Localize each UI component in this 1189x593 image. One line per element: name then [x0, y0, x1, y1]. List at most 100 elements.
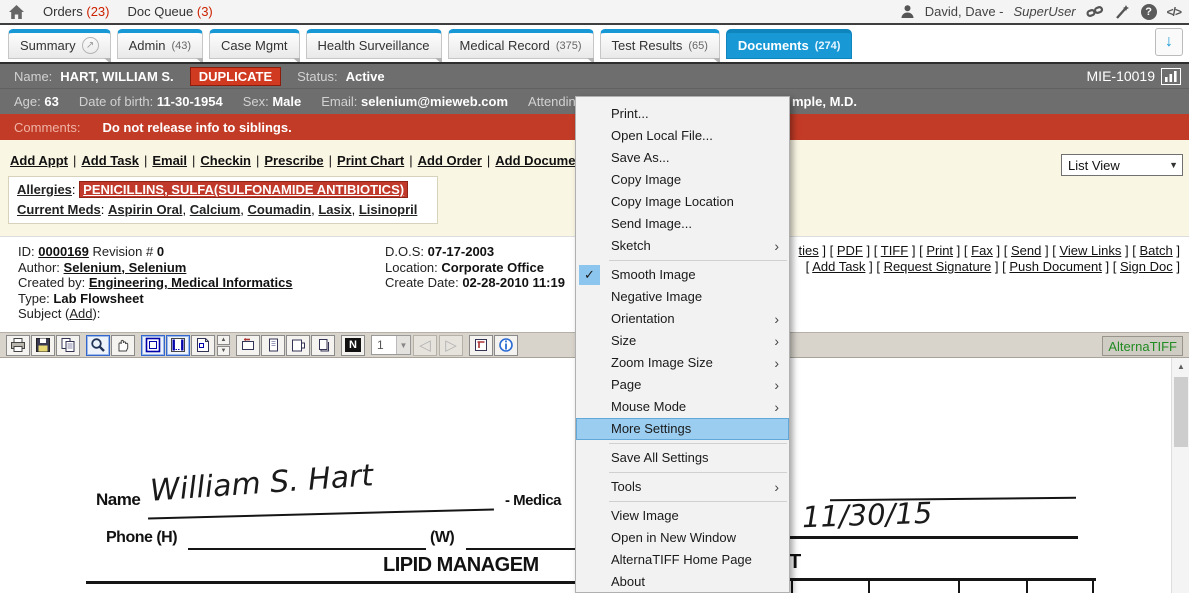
orders-link[interactable]: Orders (23) — [43, 4, 109, 19]
print-button[interactable] — [6, 335, 30, 356]
fax-link[interactable]: Fax — [971, 243, 993, 258]
menu-item-copy-image[interactable]: Copy Image — [576, 169, 789, 191]
menu-item-smooth-image[interactable]: ✓Smooth Image — [576, 264, 789, 286]
fit-page-button[interactable] — [141, 335, 165, 356]
help-icon[interactable]: ? — [1141, 4, 1157, 20]
alternatiff-brand[interactable]: AlternaTIFF — [1102, 336, 1183, 356]
top-bar-right: David, Dave - SuperUser ? </> — [900, 0, 1181, 23]
multi-page-button[interactable] — [311, 335, 335, 356]
zoom-button[interactable] — [86, 335, 110, 356]
tab-admin[interactable]: Admin(43) — [117, 29, 203, 59]
properties-link[interactable]: ties — [799, 243, 819, 258]
prev-page-button[interactable]: ◁ — [413, 335, 437, 356]
page-number-select[interactable]: 1 ▼ — [371, 335, 411, 355]
sign-doc-link[interactable]: Sign Doc — [1120, 259, 1173, 274]
list-view-select[interactable]: List View ▼ — [1061, 154, 1183, 176]
tiff-link[interactable]: TIFF — [881, 243, 908, 258]
menu-item-open-in-new-window[interactable]: Open in New Window — [576, 527, 789, 549]
spin-down-button[interactable]: ▼ — [217, 346, 230, 356]
subject-add-link[interactable]: Add — [69, 306, 92, 321]
checkin-link[interactable]: Checkin — [200, 153, 251, 168]
menu-item-tools[interactable]: Tools› — [576, 476, 789, 498]
doc-id-link[interactable]: 0000169 — [38, 244, 89, 259]
negative-image-button[interactable]: N — [341, 335, 365, 356]
menu-item-size[interactable]: Size› — [576, 330, 789, 352]
scroll-up-button[interactable]: ▲ — [1172, 358, 1189, 375]
tab-medical-record[interactable]: Medical Record(375) — [448, 29, 594, 59]
menu-item-save-as[interactable]: Save As... — [576, 147, 789, 169]
wand-icon[interactable] — [1114, 4, 1131, 20]
med-link[interactable]: Aspirin Oral — [108, 202, 182, 217]
send-link[interactable]: Send — [1011, 243, 1041, 258]
allergies-label[interactable]: Allergies — [17, 182, 72, 197]
link-icon[interactable] — [1086, 4, 1104, 20]
menu-item-about[interactable]: About — [576, 571, 789, 593]
view-links-link[interactable]: View Links — [1059, 243, 1121, 258]
med-link[interactable]: Lasix — [318, 202, 351, 217]
push-document-link[interactable]: Push Document — [1009, 259, 1102, 274]
annotations-button[interactable] — [469, 335, 493, 356]
collapse-tabs-button[interactable]: ↓ — [1155, 28, 1183, 56]
pdf-link[interactable]: PDF — [837, 243, 863, 258]
print-chart-link[interactable]: Print Chart — [337, 153, 404, 168]
add-task-link[interactable]: Add Task — [81, 153, 139, 168]
code-icon[interactable]: </> — [1167, 5, 1181, 19]
menu-item-more-settings[interactable]: More Settings — [576, 418, 789, 440]
doc-author-link[interactable]: Selenium, Selenium — [64, 260, 187, 275]
actual-size-button[interactable] — [191, 335, 215, 356]
add-appt-link[interactable]: Add Appt — [10, 153, 68, 168]
viewer-scrollbar[interactable]: ▲ — [1171, 358, 1189, 593]
menu-item-print[interactable]: Print... — [576, 103, 789, 125]
tab-summary[interactable]: Summary ↗ — [8, 29, 111, 59]
orientation-portrait-button[interactable] — [261, 335, 285, 356]
duplicate-badge[interactable]: DUPLICATE — [190, 67, 281, 86]
scan-heading-right: T — [789, 551, 801, 574]
copy-button[interactable] — [56, 335, 80, 356]
chart-icon[interactable] — [1161, 68, 1181, 88]
menu-item-alternatiff-home-page[interactable]: AlternaTIFF Home Page — [576, 549, 789, 571]
rotate-right-button[interactable] — [286, 335, 310, 356]
save-button[interactable] — [31, 335, 55, 356]
prescribe-link[interactable]: Prescribe — [264, 153, 323, 168]
menu-item-sketch[interactable]: Sketch› — [576, 235, 789, 257]
rotate-left-button[interactable] — [236, 335, 260, 356]
menu-item-mouse-mode[interactable]: Mouse Mode› — [576, 396, 789, 418]
med-link[interactable]: Lisinopril — [359, 202, 418, 217]
print-link[interactable]: Print — [926, 243, 953, 258]
tab-health-surveillance[interactable]: Health Surveillance — [306, 29, 442, 59]
menu-item-view-image[interactable]: View Image — [576, 505, 789, 527]
next-page-button[interactable]: ▷ — [439, 335, 463, 356]
menu-item-open-local-file[interactable]: Open Local File... — [576, 125, 789, 147]
spin-up-button[interactable]: ▲ — [217, 335, 230, 345]
add-document-link[interactable]: Add Document — [495, 153, 587, 168]
home-icon[interactable] — [8, 4, 25, 20]
summary-popout-icon[interactable]: ↗ — [82, 37, 99, 54]
menu-item-page[interactable]: Page› — [576, 374, 789, 396]
doc-queue-link[interactable]: Doc Queue (3) — [127, 4, 212, 19]
user-name[interactable]: David, Dave - — [925, 4, 1004, 19]
batch-link[interactable]: Batch — [1140, 243, 1173, 258]
menu-item-orientation[interactable]: Orientation› — [576, 308, 789, 330]
allergy-item[interactable]: PENICILLINS, SULFA(SULFONAMIDE ANTIBIOTI… — [79, 181, 408, 198]
fit-width-button[interactable] — [166, 335, 190, 356]
doc-created-by-link[interactable]: Engineering, Medical Informatics — [89, 275, 293, 290]
menu-item-save-all-settings[interactable]: Save All Settings — [576, 447, 789, 469]
menu-item-zoom-image-size[interactable]: Zoom Image Size› — [576, 352, 789, 374]
tab-documents[interactable]: Documents(274) — [726, 29, 852, 59]
tab-case-mgmt[interactable]: Case Mgmt — [209, 29, 299, 59]
pan-button[interactable] — [111, 335, 135, 356]
med-link[interactable]: Calcium — [190, 202, 241, 217]
request-signature-link[interactable]: Request Signature — [884, 259, 992, 274]
info-button[interactable] — [494, 335, 518, 356]
add-order-link[interactable]: Add Order — [418, 153, 482, 168]
menu-item-copy-image-location[interactable]: Copy Image Location — [576, 191, 789, 213]
tab-test-results[interactable]: Test Results(65) — [600, 29, 720, 59]
menu-item-negative-image[interactable]: Negative Image — [576, 286, 789, 308]
menu-item-send-image[interactable]: Send Image... — [576, 213, 789, 235]
scrollbar-thumb[interactable] — [1174, 377, 1188, 447]
med-link[interactable]: Coumadin — [248, 202, 312, 217]
email-link[interactable]: Email — [152, 153, 187, 168]
current-meds-label[interactable]: Current Meds — [17, 202, 101, 217]
add-task-doc-link[interactable]: Add Task — [812, 259, 865, 274]
scan-table-vline — [958, 580, 960, 593]
